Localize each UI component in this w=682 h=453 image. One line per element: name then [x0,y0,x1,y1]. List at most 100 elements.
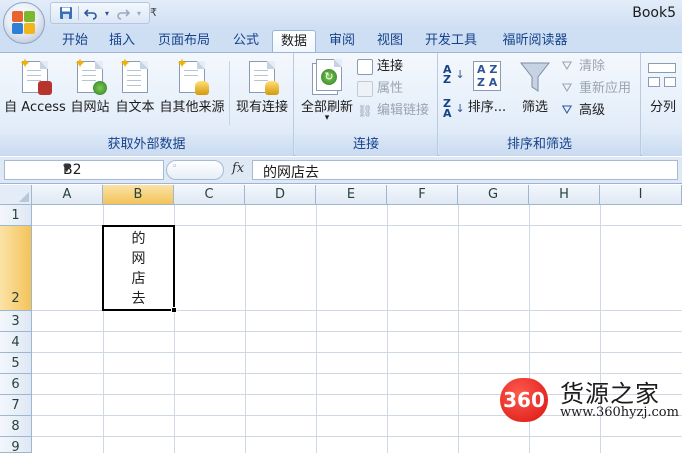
name-box[interactable]: B2 ▼ [4,160,164,180]
web-globe-icon: ✦ [73,57,107,97]
tab-formulas[interactable]: 公式 [224,30,268,52]
row-header-1[interactable]: 1 [0,205,32,226]
sort-button[interactable]: A Z Z A 排序... [465,55,509,131]
tab-review[interactable]: 审阅 [320,30,364,52]
properties-button[interactable]: 属性 [357,79,403,99]
from-web-button[interactable]: ✦ 自网站 [68,55,112,131]
sort-z-to-a-button[interactable]: Z A ↓ [443,97,465,120]
row-header-4[interactable]: 4 [0,332,32,353]
gridline [32,331,682,332]
edit-links-button[interactable]: ⛓ 编辑链接 [357,101,429,121]
ribbon-tabs: 开始 插入 页面布局 公式 数据 审阅 视图 开发工具 福昕阅读器 [0,28,682,52]
column-header-c[interactable]: C [174,185,245,205]
column-header-g[interactable]: G [458,185,529,205]
column-header-f[interactable]: F [387,185,458,205]
text-file-icon: ✦ [118,57,152,97]
row-header-2[interactable]: 2 [0,226,32,311]
formula-bar-resize-handle[interactable]: ◦ [166,160,224,180]
sort-dialog-icon: A Z Z A [470,57,504,97]
group-label-external-data: 获取外部数据 [0,134,293,156]
tab-page-layout[interactable]: 页面布局 [148,30,220,52]
redo-icon[interactable] [114,4,132,22]
fill-handle[interactable] [171,307,177,313]
tab-data[interactable]: 数据 [272,30,316,52]
row-header-3[interactable]: 3 [0,311,32,332]
reapply-button[interactable]: ⛛ 重新应用 [559,79,631,99]
column-header-d[interactable]: D [245,185,316,205]
clear-filter-button[interactable]: ⛛ 清除 [559,57,605,77]
properties-icon [357,81,373,97]
connections-icon [357,59,373,75]
existing-connections-button[interactable]: 现有连接 [232,55,292,131]
watermark-url: www.360hyzj.com [560,405,679,420]
cell-b2-char: 去 [131,291,146,307]
group-divider [229,61,230,125]
group-sort-filter: AZ↓ ZA↓ A Z Z A 排序... 筛选 ⛛ 清除 ⛛ 重新应用 [439,53,641,156]
refresh-dropdown-icon[interactable]: ▾ [297,113,357,123]
gridline [32,436,682,437]
watermark-logo: 360 [500,378,548,422]
redo-dropdown-icon[interactable]: ▾ [135,4,143,22]
group-label-data-tools [642,134,682,156]
cell-b2[interactable]: 的 网 店 去 [102,225,175,311]
funnel-icon [518,57,552,97]
select-all-button[interactable] [0,185,32,205]
quick-access-toolbar: ▾ ▾ [50,2,150,24]
advanced-filter-button[interactable]: ⛛ 高级 [559,101,605,121]
access-icon: ✦ [18,57,52,97]
row-header-8[interactable]: 8 [0,416,32,437]
chain-link-icon: ⛓ [357,104,373,118]
database-icon: ✦ [175,57,209,97]
tab-insert[interactable]: 插入 [102,30,142,52]
column-header-h[interactable]: H [529,185,600,205]
row-header-6[interactable]: 6 [0,374,32,395]
advanced-filter-icon: ⛛ [561,103,573,118]
insert-function-icon[interactable]: fx [232,161,244,176]
formula-controls: ◦ fx [166,160,250,180]
refresh-icon: ↻ [310,57,344,97]
tab-home[interactable]: 开始 [54,30,96,52]
customize-qat-icon[interactable]: ₹ [150,6,157,19]
refresh-all-button[interactable]: ↻ 全部刷新 ▾ [297,55,357,131]
connections-button[interactable]: 连接 [357,57,403,77]
ribbon: ✦ 自 Access ✦ 自网站 ✦ 自文本 ✦ 自其他来源 现有连接 获取外部… [0,52,682,156]
row-header-7[interactable]: 7 [0,395,32,416]
site-watermark: 360 货源之家 www.360hyzj.com [500,378,682,422]
column-header-e[interactable]: E [316,185,387,205]
name-box-dropdown-icon[interactable]: ▼ [63,163,159,174]
clear-filter-icon: ⛛ [561,59,573,74]
tab-view[interactable]: 视图 [368,30,412,52]
from-access-button[interactable]: ✦ 自 Access [4,55,66,131]
column-header-a[interactable]: A [32,185,103,205]
group-get-external-data: ✦ 自 Access ✦ 自网站 ✦ 自文本 ✦ 自其他来源 现有连接 获取外部… [0,53,294,156]
column-header-b[interactable]: B [103,185,174,205]
formula-bar: B2 ▼ ◦ fx 的网店去 [0,157,682,184]
from-text-button[interactable]: ✦ 自文本 [114,55,156,131]
group-data-tools: 分列 [642,53,682,156]
group-connections: ↻ 全部刷新 ▾ 连接 属性 ⛓ 编辑链接 连接 [295,53,438,156]
row-header-9[interactable]: 9 [0,437,32,453]
undo-dropdown-icon[interactable]: ▾ [103,4,111,22]
qat-separator [78,6,79,20]
tab-developer[interactable]: 开发工具 [416,30,486,52]
group-label-connections: 连接 [295,134,437,156]
undo-icon[interactable] [82,4,100,22]
row-header-5[interactable]: 5 [0,353,32,374]
tab-foxit-reader[interactable]: 福昕阅读器 [492,30,578,52]
formula-input[interactable]: 的网店去 [252,160,678,181]
text-to-columns-button[interactable]: 分列 [644,55,682,131]
sort-descending-icon: ZA [443,97,452,120]
window-title: Book5 [632,5,676,21]
office-button[interactable] [3,2,45,44]
gridline [32,352,682,353]
office-logo-icon [12,11,36,35]
watermark-name: 货源之家 [560,380,660,408]
column-header-i[interactable]: I [600,185,682,205]
group-label-sort-filter: 排序和筛选 [439,134,640,156]
sort-ascending-icon: AZ [443,63,452,86]
save-icon[interactable] [57,4,75,22]
from-other-sources-button[interactable]: ✦ 自其他来源 [158,55,226,131]
title-bar: ▾ ▾ ₹ Book5 [0,0,682,44]
sort-a-to-z-button[interactable]: A Z ↓ [443,63,465,86]
filter-button[interactable]: 筛选 [513,55,557,131]
